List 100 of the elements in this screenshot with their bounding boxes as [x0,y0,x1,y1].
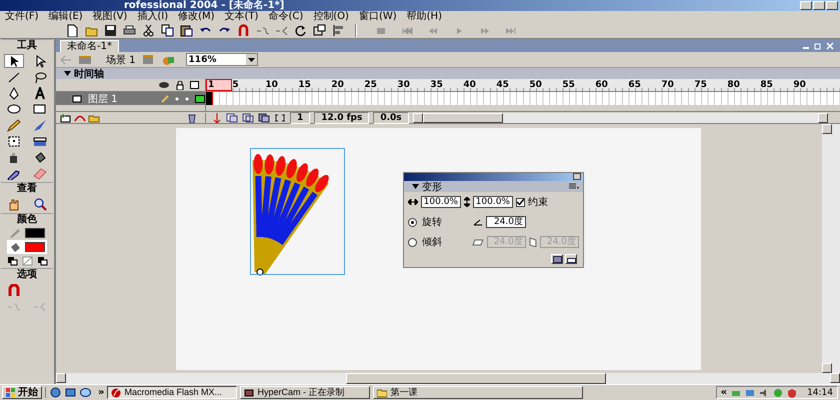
eye-icon[interactable] [158,81,170,89]
frame-number: 45 [496,79,510,91]
swap-colors-icon[interactable] [36,256,48,266]
more-button[interactable]: » [98,387,104,398]
timeline-title: 时间轴 [74,68,104,80]
restore-icon[interactable] [814,42,822,50]
menu-item[interactable]: 文本(T) [224,11,268,23]
menu-item[interactable]: 视图(V) [92,11,136,23]
scene-label[interactable]: 场景 1 [106,52,136,66]
width-field[interactable]: 100.0% [421,196,461,208]
close-button[interactable] [573,173,581,180]
collapse-triangle-icon[interactable] [64,71,71,76]
taskbar-button[interactable]: HyperCam - 正在录制 [240,386,370,399]
app-logo-icon [111,388,122,398]
frame-number: 30 [397,79,411,91]
paste-icon[interactable] [180,24,193,37]
scissors-icon[interactable] [142,24,155,37]
onion-markers-icon[interactable] [274,112,286,122]
frame-number: 40 [463,79,477,91]
lock-icon[interactable] [176,80,184,90]
magnet-icon[interactable] [237,24,250,37]
menu-item[interactable]: 修改(M) [177,11,224,23]
fill-color-swatch[interactable] [25,242,45,252]
menu-item[interactable]: 插入(I) [136,11,178,23]
document-tab[interactable]: 未命名-1* [60,40,119,52]
minimize-button[interactable] [800,1,812,10]
menu-item[interactable]: 帮助(H) [406,11,451,23]
align-icon[interactable] [332,24,345,37]
center-frame-icon[interactable] [212,112,222,122]
rotate-icon[interactable] [294,24,307,37]
radio-button[interactable] [408,238,417,246]
menu-item[interactable]: 控制(O) [312,11,358,23]
desktop-icon[interactable] [65,387,76,398]
radio-label: 倾斜 [422,236,442,249]
onion-outline-icon[interactable] [242,112,254,122]
menu-item[interactable]: 窗口(W) [358,11,406,23]
security-icon[interactable] [787,388,798,398]
lasso-icon[interactable] [33,70,47,84]
brush-icon[interactable] [33,118,47,132]
constrain-checkbox[interactable] [516,198,525,206]
maximize-button[interactable] [813,1,825,10]
rotate-angle-icon [473,218,483,226]
keyframe[interactable] [206,92,213,105]
panel-menu-icon[interactable] [569,183,579,190]
copy-transform-button[interactable] [551,254,563,264]
frame-rate[interactable]: 12.0 fps [314,112,370,124]
menu-item[interactable]: 编辑(E) [48,11,92,23]
add-layer-icon[interactable] [60,112,72,122]
oval-icon[interactable] [7,102,21,116]
horizontal-scrollbar[interactable] [56,373,840,384]
pen-icon[interactable] [7,86,21,100]
no-color-icon[interactable] [22,256,32,266]
vertical-scrollbar[interactable] [822,124,840,373]
printer-icon[interactable] [123,24,136,37]
frame-number: 15 [298,79,312,91]
radio-button[interactable] [408,218,417,226]
outline-icon[interactable] [190,81,199,89]
gradient-icon[interactable] [33,134,47,148]
edit-frames-icon[interactable] [258,112,270,122]
default-colors-icon[interactable] [6,256,18,266]
panel-heading: 查看 [1,182,53,195]
rewind-to-start-icon[interactable] [401,24,413,36]
playhead[interactable]: 1 [206,79,232,91]
straighten-icon[interactable] [275,24,288,37]
copy-icon[interactable] [161,24,174,37]
close-icon[interactable] [826,42,834,50]
tray-expand-button[interactable]: « [720,387,728,398]
line-icon[interactable] [7,70,21,84]
pencil-icon[interactable] [7,118,21,132]
menu-item[interactable]: 命令(C) [267,11,312,23]
layer-row[interactable]: 图层 1 [56,92,206,105]
onion-skin-icon[interactable] [226,112,238,122]
hand-icon[interactable] [7,198,21,210]
windows-logo-icon [6,388,16,397]
taskbar-button[interactable]: 第一课 [373,386,584,399]
height-field[interactable]: 100.0% [473,196,513,208]
rectangle-icon[interactable] [33,102,47,116]
pencil-icon [161,94,169,102]
text-icon[interactable] [33,86,47,100]
save-icon[interactable] [104,24,117,37]
magnet-icon[interactable] [7,284,21,296]
rotation-field[interactable]: 24.0度 [486,216,526,228]
start-button[interactable]: 开始 [2,386,42,399]
zoom-dropdown[interactable]: 116% [186,53,258,66]
skew-horizontal-icon [472,238,484,246]
zoom-icon[interactable] [33,198,47,210]
transform-icon[interactable] [7,134,21,148]
timeline-scrollbar[interactable] [412,112,828,122]
scale-icon[interactable] [313,24,326,37]
menu-item[interactable]: 文件(F) [4,11,48,23]
collapse-triangle-icon[interactable] [412,184,419,189]
reset-button[interactable] [565,254,577,264]
taskbar-button[interactable]: Macromedia Flash MX... [107,386,238,399]
radio-label: 旋转 [422,216,442,229]
camera-icon [244,388,254,398]
folder-icon [377,388,388,398]
layer-color-icon [195,94,205,102]
stroke-color-swatch[interactable] [25,228,45,238]
checkbox-label: 约束 [528,196,548,209]
new-file-icon[interactable] [66,24,79,37]
